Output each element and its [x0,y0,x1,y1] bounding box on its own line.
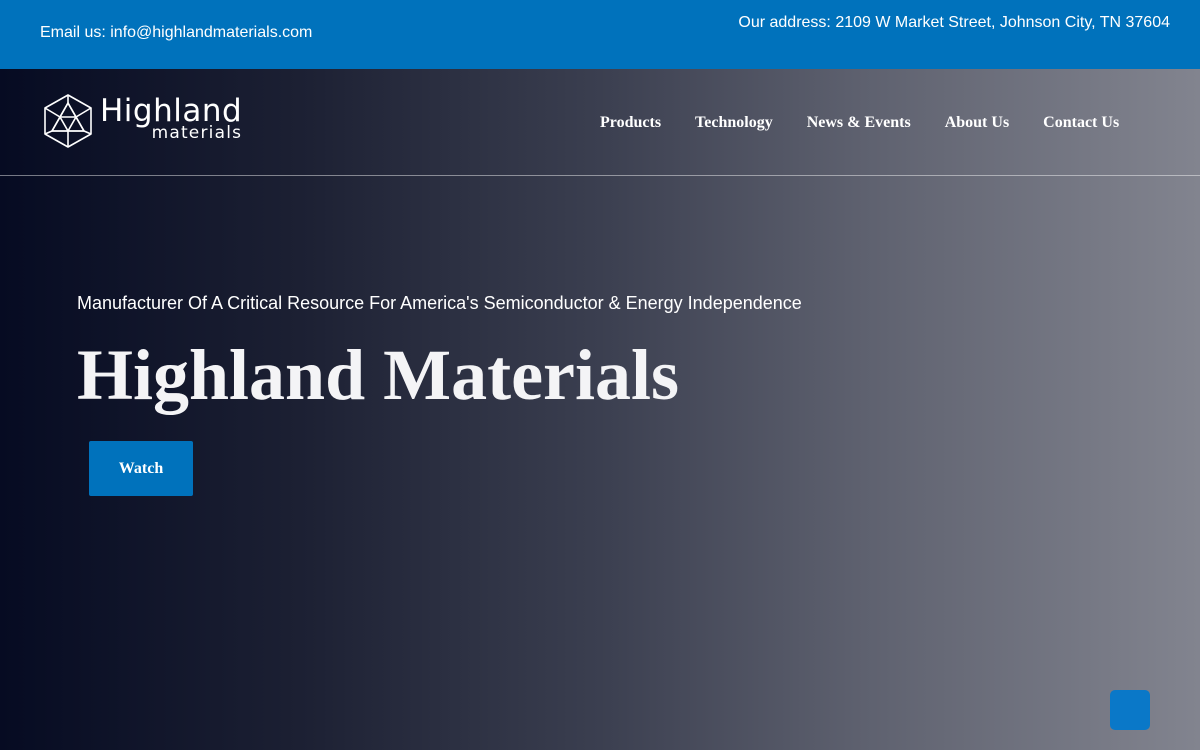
nav-products[interactable]: Products [600,113,661,133]
main-navbar: Highland materials Products Technology N… [0,69,1200,176]
hero-title: Highland Materials [77,335,680,415]
hexagon-triangles-icon [44,94,92,148]
contact-address: Our address: 2109 W Market Street, Johns… [738,14,1170,31]
nav-technology[interactable]: Technology [695,113,773,133]
site-logo[interactable]: Highland materials [40,93,250,151]
nav-contact-us[interactable]: Contact Us [1043,113,1119,133]
top-contact-bar: Email us: info@highlandmaterials.com Our… [0,0,1200,69]
contact-email[interactable]: Email us: info@highlandmaterials.com [40,24,312,42]
hero-subtitle: Manufacturer Of A Critical Resource For … [77,293,802,313]
scroll-to-top-button[interactable] [1110,690,1150,730]
logo-wordmark: Highland materials [100,95,242,142]
page: Email us: info@highlandmaterials.com Our… [0,0,1200,750]
nav-news-events[interactable]: News & Events [807,113,911,133]
nav-about-us[interactable]: About Us [945,113,1009,133]
primary-nav: Products Technology News & Events About … [600,113,1153,133]
watch-button[interactable]: Watch [89,441,193,496]
